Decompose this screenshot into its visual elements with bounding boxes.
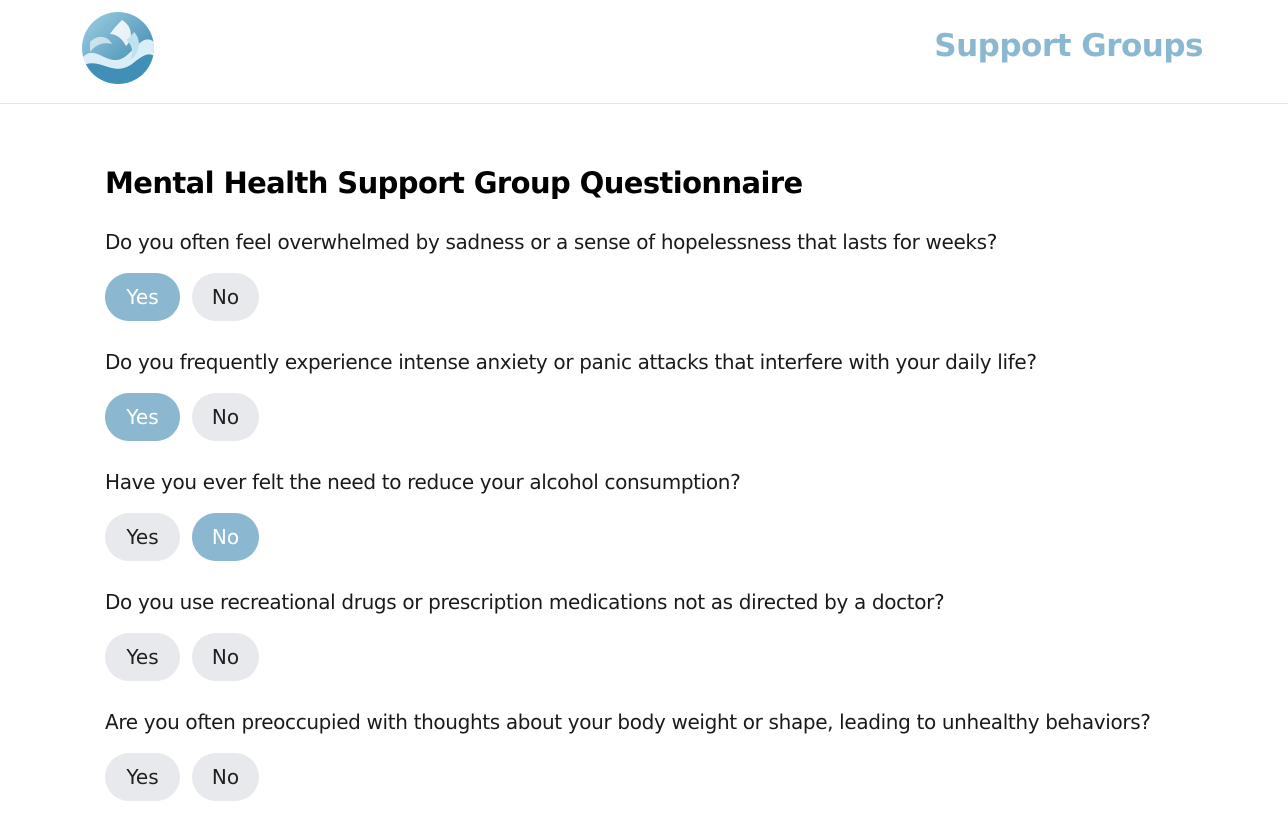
answer-group: Yes No [105,633,1275,681]
question-item: Do you frequently experience intense anx… [105,349,1275,469]
question-item: Have you ever felt the need to reduce yo… [105,469,1275,589]
answer-group: Yes No [105,273,1275,321]
no-button[interactable]: No [192,513,259,561]
question-text: Do you often feel overwhelmed by sadness… [105,230,997,254]
yes-button[interactable]: Yes [105,633,180,681]
no-button[interactable]: No [192,633,259,681]
yes-button[interactable]: Yes [105,393,180,441]
question-text: Are you often preoccupied with thoughts … [105,710,1151,734]
page-title: Mental Health Support Group Questionnair… [105,166,803,200]
yes-button[interactable]: Yes [105,273,180,321]
question-text: Do you use recreational drugs or prescri… [105,590,945,614]
no-button[interactable]: No [192,273,259,321]
no-button[interactable]: No [192,753,259,801]
question-text: Have you ever felt the need to reduce yo… [105,470,741,494]
question-list: Do you often feel overwhelmed by sadness… [105,229,1275,829]
yes-button[interactable]: Yes [105,753,180,801]
answer-group: Yes No [105,393,1275,441]
yes-button[interactable]: Yes [105,513,180,561]
question-item: Are you often preoccupied with thoughts … [105,709,1275,829]
question-item: Do you often feel overwhelmed by sadness… [105,229,1275,349]
questionnaire-section: Mental Health Support Group Questionnair… [105,163,1275,829]
wave-logo-icon[interactable] [82,12,154,84]
question-text: Do you frequently experience intense anx… [105,350,1037,374]
nav-support-groups-link[interactable]: Support Groups [934,28,1203,64]
answer-group: Yes No [105,513,1275,561]
question-item: Do you use recreational drugs or prescri… [105,589,1275,709]
no-button[interactable]: No [192,393,259,441]
site-header: Support Groups [0,0,1288,104]
answer-group: Yes No [105,753,1275,801]
